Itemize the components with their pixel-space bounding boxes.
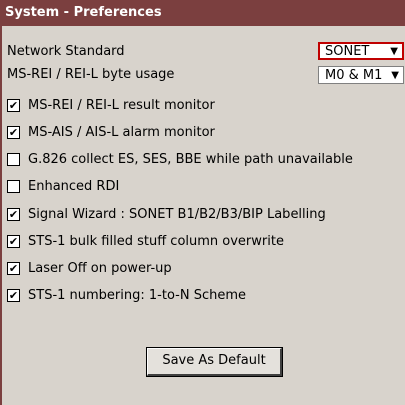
byte-usage-value: M0 & M1	[325, 67, 383, 83]
option-label: Laser Off on power-up	[28, 260, 172, 276]
option-label: STS-1 bulk filled stuff column overwrite	[28, 233, 284, 249]
checkbox[interactable]	[7, 179, 20, 193]
check-icon: ✔	[8, 98, 19, 112]
option-row[interactable]: ✔ Signal Wizard : SONET B1/B2/B3/BIP Lab…	[7, 203, 405, 225]
chevron-down-icon: ▼	[390, 45, 398, 57]
option-label: Signal Wizard : SONET B1/B2/B3/BIP Label…	[28, 206, 326, 222]
checkbox[interactable]: ✔	[7, 207, 20, 221]
network-standard-label: Network Standard	[7, 43, 125, 59]
checkbox[interactable]	[7, 152, 20, 166]
checkbox[interactable]: ✔	[7, 125, 20, 139]
check-icon: ✔	[8, 207, 19, 221]
network-standard-select[interactable]: SONET ▼	[318, 42, 404, 60]
save-as-default-button[interactable]: Save As Default	[146, 347, 283, 377]
option-label: Enhanced RDI	[28, 178, 120, 194]
option-row[interactable]: Enhanced RDI	[7, 175, 405, 197]
option-row[interactable]: ✔ Laser Off on power-up	[7, 257, 405, 279]
checkbox[interactable]: ✔	[7, 261, 20, 275]
option-row[interactable]: ✔ STS-1 numbering: 1-to-N Scheme	[7, 284, 405, 306]
byte-usage-label: MS-REI / REI-L byte usage	[7, 66, 175, 82]
option-row[interactable]: G.826 collect ES, SES, BBE while path un…	[7, 148, 405, 170]
option-row[interactable]: ✔ MS-AIS / AIS-L alarm monitor	[7, 121, 405, 143]
checkbox[interactable]: ✔	[7, 288, 20, 302]
option-row[interactable]: ✔ STS-1 bulk filled stuff column overwri…	[7, 230, 405, 252]
preferences-window: System - Preferences Network Standard SO…	[0, 0, 405, 405]
checkbox[interactable]: ✔	[7, 98, 20, 112]
check-icon: ✔	[8, 261, 19, 275]
check-icon: ✔	[8, 288, 19, 302]
window-title: System - Preferences	[0, 0, 405, 26]
option-label: STS-1 numbering: 1-to-N Scheme	[28, 287, 246, 303]
check-icon: ✔	[8, 125, 19, 139]
check-icon: ✔	[8, 234, 19, 248]
option-label: G.826 collect ES, SES, BBE while path un…	[28, 151, 353, 167]
chevron-down-icon: ▼	[391, 69, 399, 81]
option-label: MS-REI / REI-L result monitor	[28, 97, 215, 113]
network-standard-value: SONET	[325, 43, 370, 59]
option-row[interactable]: ✔ MS-REI / REI-L result monitor	[7, 94, 405, 116]
byte-usage-select[interactable]: M0 & M1 ▼	[318, 66, 404, 84]
option-label: MS-AIS / AIS-L alarm monitor	[28, 124, 215, 140]
checkbox[interactable]: ✔	[7, 234, 20, 248]
